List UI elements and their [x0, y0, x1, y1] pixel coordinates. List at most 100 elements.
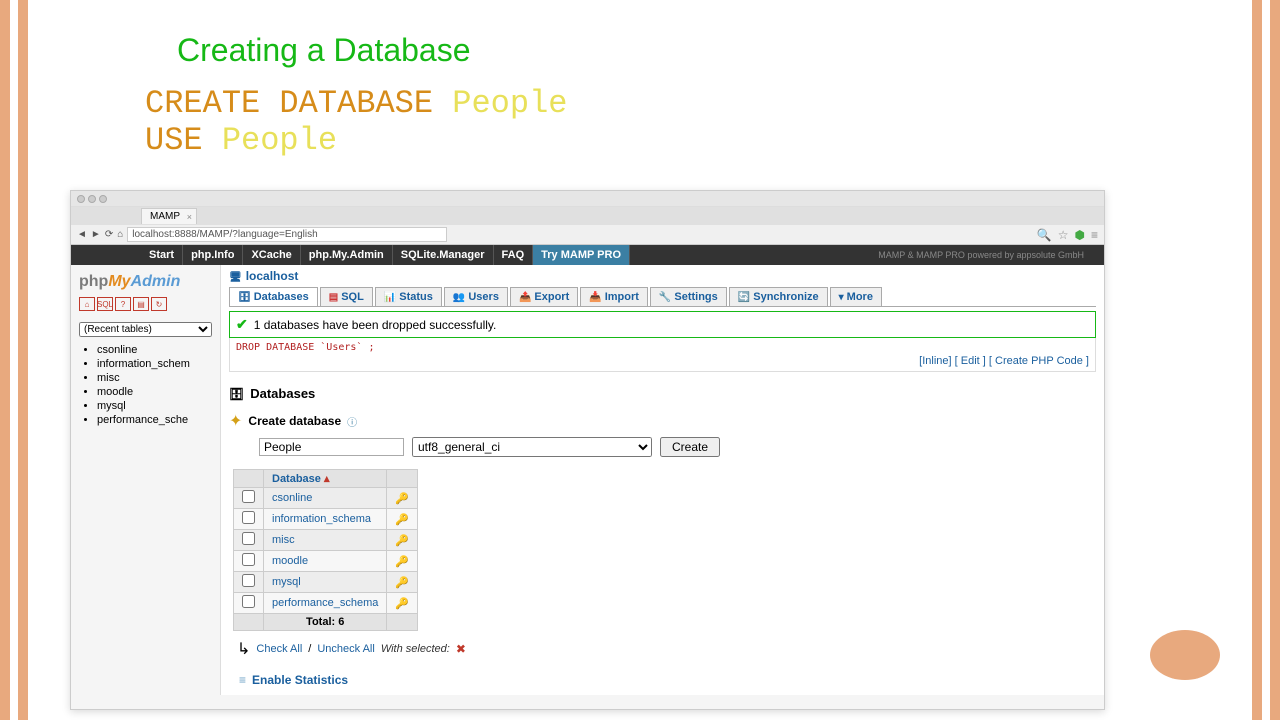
- row-checkbox[interactable]: [242, 574, 255, 587]
- docs-icon[interactable]: ?: [115, 297, 131, 311]
- db-name-cell[interactable]: moodle: [264, 551, 387, 572]
- sidebar-db-item[interactable]: mysql: [97, 399, 212, 413]
- col-database[interactable]: Database: [264, 470, 387, 488]
- mamp-nav-faq[interactable]: FAQ: [494, 245, 534, 265]
- databases-heading: Databases: [229, 386, 1096, 401]
- drop-icon[interactable]: ✖: [456, 642, 466, 656]
- table-row: mysql 🔑: [234, 572, 418, 593]
- browser-tab[interactable]: MAMP×: [141, 208, 197, 224]
- databases-table: Database csonline 🔑 information_schema 🔑 mis…: [233, 469, 418, 631]
- privileges-icon[interactable]: 🔑: [395, 577, 409, 589]
- sidebar-db-item[interactable]: csonline: [97, 343, 212, 357]
- sidebar-db-item[interactable]: moodle: [97, 385, 212, 399]
- create-php-link[interactable]: Create PHP Code: [995, 355, 1083, 367]
- address-bar[interactable]: localhost:8888/MAMP/?language=English: [127, 227, 447, 242]
- total-row: Total: 6: [264, 614, 387, 631]
- arrow-up-icon: ↳: [237, 639, 250, 659]
- enable-statistics-link[interactable]: ≡ Enable Statistics: [239, 673, 1096, 687]
- tab-more[interactable]: ▾More: [830, 287, 882, 306]
- db-name-cell[interactable]: performance_schema: [264, 593, 387, 614]
- privileges-icon[interactable]: 🔑: [395, 535, 409, 547]
- database-icon: [229, 386, 244, 401]
- with-selected-label: With selected:: [381, 643, 450, 655]
- sidebar-db-item[interactable]: information_schem: [97, 357, 212, 371]
- row-checkbox[interactable]: [242, 532, 255, 545]
- sidebar-db-item[interactable]: performance_sche: [97, 413, 212, 427]
- bookmark-icon[interactable]: ☆: [1058, 228, 1069, 242]
- db-name-cell[interactable]: mysql: [264, 572, 387, 593]
- server-icon: [229, 269, 242, 283]
- mamp-nav-try-pro[interactable]: Try MAMP PRO: [533, 245, 630, 265]
- tab-close-icon[interactable]: ×: [187, 212, 192, 222]
- create-button[interactable]: Create: [660, 437, 720, 457]
- edit-link[interactable]: Edit: [961, 355, 980, 367]
- tab-export[interactable]: 📤Export: [510, 287, 578, 306]
- create-db-name-input[interactable]: [259, 438, 404, 456]
- row-checkbox[interactable]: [242, 511, 255, 524]
- tab-settings[interactable]: 🔧Settings: [650, 287, 727, 306]
- row-checkbox[interactable]: [242, 595, 255, 608]
- check-all-link[interactable]: Check All: [256, 643, 302, 655]
- table-row: csonline 🔑: [234, 488, 418, 509]
- table-row: performance_schema 🔑: [234, 593, 418, 614]
- success-message: ✔ 1 databases have been dropped successf…: [229, 311, 1096, 338]
- tab-synchronize[interactable]: 🔄Synchronize: [729, 287, 828, 306]
- tab-databases[interactable]: 🗄Databases: [229, 287, 318, 306]
- privileges-icon[interactable]: 🔑: [395, 493, 409, 505]
- sql-icon[interactable]: SQL: [97, 297, 113, 311]
- sql-echo-box: DROP DATABASE `Users` ; [Inline] [ Edit …: [229, 338, 1096, 372]
- home-icon[interactable]: ⌂: [79, 297, 95, 311]
- phpmyadmin-logo: phpMyAdmin: [79, 273, 212, 291]
- mamp-nav-phpmyadmin[interactable]: php.My.Admin: [301, 245, 393, 265]
- privileges-icon[interactable]: 🔑: [395, 514, 409, 526]
- inline-link[interactable]: Inline: [922, 355, 948, 367]
- recent-tables-select[interactable]: (Recent tables): [79, 322, 212, 337]
- nav-home-icon[interactable]: ⌂: [117, 229, 123, 240]
- mamp-nav-phpinfo[interactable]: php.Info: [183, 245, 243, 265]
- decorative-circle: [1150, 630, 1220, 680]
- pma-tabs: 🗄Databases ▤SQL 📊Status 👥Users 📤Export 📥…: [229, 287, 1096, 307]
- db-name-cell[interactable]: information_schema: [264, 509, 387, 530]
- sql-code-block: CREATE DATABASE People USE People: [145, 85, 567, 159]
- nav-reload-icon[interactable]: ⟳: [105, 229, 113, 240]
- nav-forward-icon[interactable]: ►: [91, 229, 101, 240]
- window-zoom-icon[interactable]: [99, 195, 107, 203]
- stats-icon: ≡: [239, 673, 246, 687]
- create-db-label: Create database: [248, 414, 341, 428]
- table-row: information_schema 🔑: [234, 509, 418, 530]
- nav-back-icon[interactable]: ◄: [77, 229, 87, 240]
- browser-window: MAMP× ◄ ► ⟳ ⌂ localhost:8888/MAMP/?langu…: [70, 190, 1105, 710]
- check-icon: ✔: [236, 316, 248, 333]
- mamp-footer: MAMP & MAMP PRO powered by appsolute Gmb…: [878, 250, 1104, 260]
- bulk-action-row: ↳ Check All / Uncheck All With selected:…: [237, 639, 1096, 659]
- slide-title: Creating a Database: [177, 32, 471, 69]
- sidebar-db-item[interactable]: misc: [97, 371, 212, 385]
- mamp-nav-xcache[interactable]: XCache: [243, 245, 300, 265]
- window-close-icon[interactable]: [77, 195, 85, 203]
- star-icon: ✦: [229, 411, 242, 431]
- create-db-collation-select[interactable]: utf8_general_ci: [412, 437, 652, 457]
- tab-users[interactable]: 👥Users: [444, 287, 508, 306]
- row-checkbox[interactable]: [242, 490, 255, 503]
- pma-sidebar: phpMyAdmin ⌂ SQL ? ▤ ↻ (Recent tables) c…: [71, 265, 221, 695]
- db-name-cell[interactable]: csonline: [264, 488, 387, 509]
- tab-status[interactable]: 📊Status: [375, 287, 442, 306]
- reload-icon[interactable]: ↻: [151, 297, 167, 311]
- uncheck-all-link[interactable]: Uncheck All: [317, 643, 374, 655]
- query-icon[interactable]: ▤: [133, 297, 149, 311]
- db-name-cell[interactable]: misc: [264, 530, 387, 551]
- mamp-nav-start[interactable]: Start: [141, 245, 183, 265]
- server-breadcrumb[interactable]: localhost: [229, 269, 1096, 283]
- privileges-icon[interactable]: 🔑: [395, 598, 409, 610]
- window-minimize-icon[interactable]: [88, 195, 96, 203]
- tab-sql[interactable]: ▤SQL: [320, 287, 373, 306]
- row-checkbox[interactable]: [242, 553, 255, 566]
- privileges-icon[interactable]: 🔑: [395, 556, 409, 568]
- tab-import[interactable]: 📥Import: [580, 287, 648, 306]
- shield-icon[interactable]: ⬢: [1075, 228, 1085, 242]
- mamp-nav-sqlite[interactable]: SQLite.Manager: [393, 245, 494, 265]
- menu-icon[interactable]: ≡: [1091, 228, 1098, 242]
- help-icon[interactable]: ⓘ: [347, 414, 357, 429]
- mamp-navbar: Start php.Info XCache php.My.Admin SQLit…: [71, 245, 1104, 265]
- zoom-icon[interactable]: 🔍: [1037, 228, 1052, 242]
